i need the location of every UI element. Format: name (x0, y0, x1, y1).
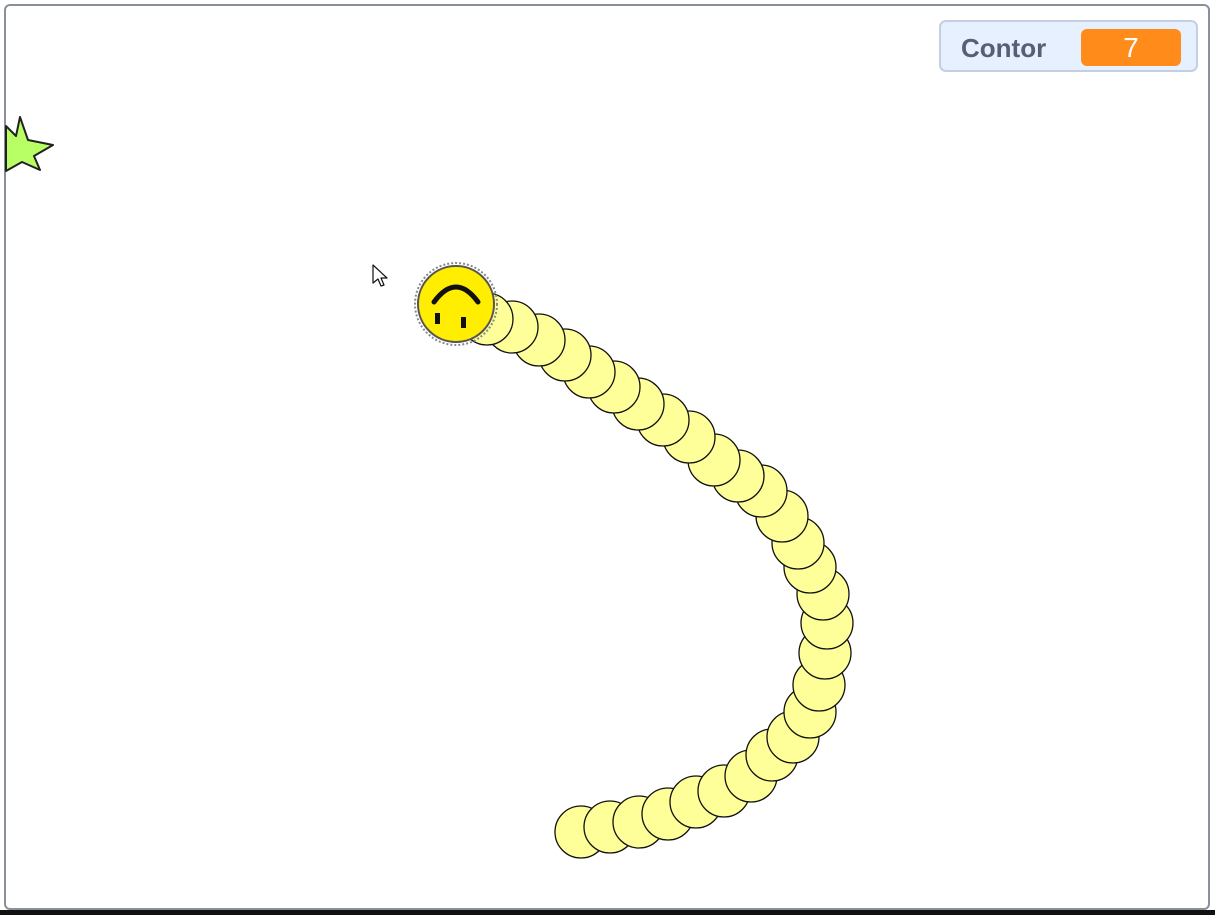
playfield (5, 116, 854, 859)
bottom-bar (0, 910, 1215, 915)
mouse-cursor-icon (372, 264, 388, 287)
snake-head-smiley-face-icon (414, 262, 498, 346)
snake-body (460, 292, 854, 859)
star-icon (5, 116, 54, 172)
head-face (417, 265, 495, 343)
head-eye-right (461, 317, 466, 328)
head-eye-left (435, 313, 440, 324)
